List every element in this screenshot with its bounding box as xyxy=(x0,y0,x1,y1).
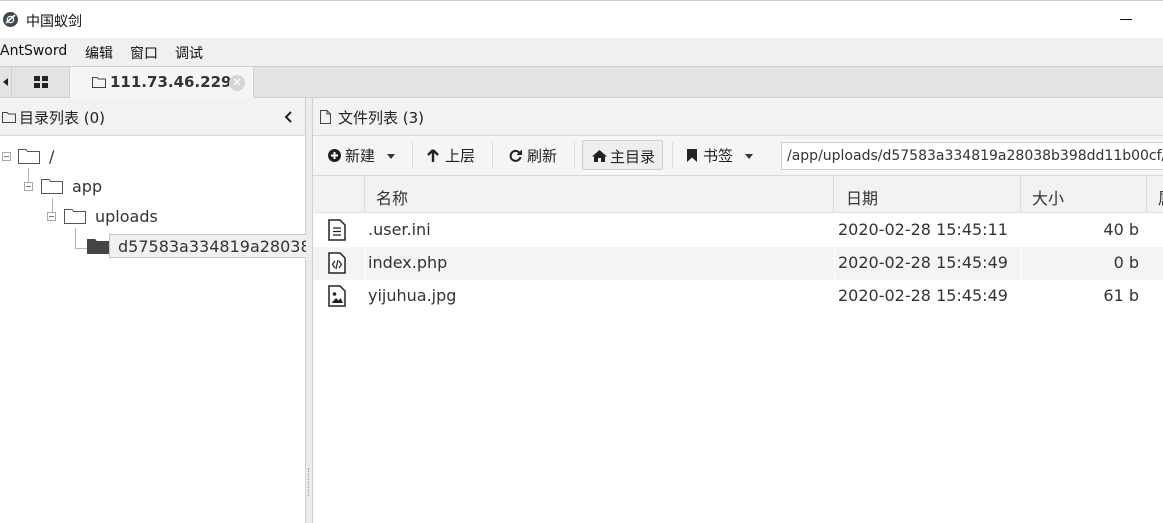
file-size: 61 b xyxy=(1103,286,1139,305)
file-date: 2020-02-28 15:45:49 xyxy=(838,253,1008,272)
table-row[interactable]: yijuhua.jpg 2020-02-28 15:45:49 61 b xyxy=(313,280,1163,313)
tree-node-label: uploads xyxy=(95,207,158,226)
antsword-logo-icon xyxy=(3,12,18,27)
panel-splitter[interactable] xyxy=(306,98,313,523)
splitter-grip[interactable] xyxy=(308,468,310,496)
grid-icon xyxy=(34,76,48,88)
column-label: 日期 xyxy=(846,189,879,208)
tab-home[interactable] xyxy=(12,67,70,98)
file-name: yijuhua.jpg xyxy=(368,286,457,305)
refresh-button[interactable]: 刷新 xyxy=(503,140,565,170)
folder-icon xyxy=(2,112,16,123)
parent-dir-label: 上层 xyxy=(445,147,476,165)
tab-bar: 111.73.46.229 ✕ xyxy=(0,66,1163,99)
minimize-button[interactable] xyxy=(1112,5,1142,33)
refresh-label: 刷新 xyxy=(527,147,558,165)
file-toolbar: 新建 上层 刷新 主目录 书签 /app/uploads/d57583a3348… xyxy=(313,136,1163,176)
column-header-name[interactable]: 名称 xyxy=(365,176,834,213)
arrow-up-icon xyxy=(427,149,439,162)
window-title: 中国蚁剑 xyxy=(26,14,82,30)
menu-debug[interactable]: 调试 xyxy=(175,43,203,63)
folder-icon xyxy=(92,77,106,88)
menu-window[interactable]: 窗口 xyxy=(130,43,158,63)
document-icon xyxy=(320,110,331,124)
folder-filled-icon xyxy=(87,239,109,254)
text-file-icon xyxy=(328,219,346,241)
table-row[interactable]: .user.ini 2020-02-28 15:45:11 40 b xyxy=(313,214,1163,247)
column-label: 名称 xyxy=(376,189,409,208)
file-name: index.php xyxy=(368,253,448,272)
title-bar: 中国蚁剑 xyxy=(0,0,1163,38)
column-separator xyxy=(365,247,366,280)
file-grid-header: 名称 日期 大小 属 xyxy=(313,176,1163,213)
column-header-attr[interactable]: 属 xyxy=(1147,176,1163,213)
menu-edit[interactable]: 编辑 xyxy=(85,43,113,63)
directory-panel-title: 目录列表 (0) xyxy=(19,109,106,127)
menu-bar: AntSword 编辑 窗口 调试 xyxy=(0,38,1163,66)
folder-icon xyxy=(18,149,40,164)
directory-panel: 目录列表 (0) / app uploads d57583a334819a280… xyxy=(0,98,306,523)
plus-circle-icon xyxy=(328,149,341,162)
file-panel-header: 文件列表 (3) xyxy=(313,98,1163,136)
code-file-icon xyxy=(328,252,346,274)
toolbar-separator xyxy=(412,142,413,168)
refresh-icon xyxy=(509,149,522,162)
parent-dir-button[interactable]: 上层 xyxy=(421,140,481,170)
tree-node-root[interactable]: / xyxy=(0,146,120,168)
tab-scroll-left-button[interactable] xyxy=(0,67,12,98)
tab-shell-session[interactable]: 111.73.46.229 ✕ xyxy=(70,67,254,99)
tree-node-label: d57583a334819a28038b398dd11b00cf xyxy=(118,237,306,256)
new-button-label: 新建 xyxy=(345,147,376,165)
home-icon xyxy=(592,150,607,162)
new-button[interactable]: 新建 xyxy=(323,140,401,170)
tree-node-label: / xyxy=(49,147,55,166)
column-label: 属 xyxy=(1158,185,1163,209)
image-file-icon xyxy=(328,285,346,307)
tree-collapse-toggle[interactable] xyxy=(24,182,33,191)
file-name: .user.ini xyxy=(368,220,431,239)
path-input[interactable] xyxy=(781,142,1163,170)
bookmark-icon xyxy=(687,149,697,162)
tree-node-selected[interactable]: d57583a334819a28038b398dd11b00cf xyxy=(109,234,306,258)
toolbar-separator xyxy=(672,142,673,168)
home-dir-button[interactable]: 主目录 xyxy=(582,140,663,170)
file-panel: 文件列表 (3) 新建 上层 刷新 主目录 书签 /app/uploads/d5… xyxy=(313,98,1163,523)
toolbar-separator xyxy=(492,142,493,168)
column-header-size[interactable]: 大小 xyxy=(1021,176,1147,213)
file-size: 0 b xyxy=(1113,253,1139,272)
folder-icon xyxy=(41,179,63,194)
table-row[interactable]: index.php 2020-02-28 15:45:49 0 b xyxy=(313,247,1163,280)
tab-label: 111.73.46.229 xyxy=(110,73,232,91)
tree-node-uploads[interactable]: uploads xyxy=(0,206,170,228)
toolbar-separator xyxy=(574,142,575,168)
file-date: 2020-02-28 15:45:49 xyxy=(838,286,1008,305)
tree-collapse-toggle[interactable] xyxy=(2,152,11,161)
file-date: 2020-02-28 15:45:11 xyxy=(838,220,1008,239)
column-label: 大小 xyxy=(1032,189,1065,208)
bookmark-label: 书签 xyxy=(703,147,734,165)
chevron-down-icon xyxy=(745,154,753,159)
column-separator xyxy=(834,247,835,280)
file-panel-title: 文件列表 (3) xyxy=(338,109,425,127)
folder-icon xyxy=(64,209,86,224)
tree-line xyxy=(75,228,76,248)
column-separator xyxy=(1021,247,1022,280)
tree-node-app[interactable]: app xyxy=(0,176,150,198)
column-header-icon[interactable] xyxy=(313,176,365,213)
home-dir-label: 主目录 xyxy=(610,148,656,166)
tree-line xyxy=(75,248,87,249)
menu-antsword[interactable]: AntSword xyxy=(0,43,67,59)
directory-panel-header: 目录列表 (0) xyxy=(0,98,305,136)
chevron-down-icon xyxy=(387,154,395,159)
tab-close-icon[interactable]: ✕ xyxy=(229,75,245,91)
tree-node-label: app xyxy=(72,177,103,196)
bookmark-button[interactable]: 书签 xyxy=(680,140,760,170)
tree-collapse-toggle[interactable] xyxy=(47,212,56,221)
column-header-date[interactable]: 日期 xyxy=(834,176,1021,213)
file-size: 40 b xyxy=(1103,220,1139,239)
collapse-chevron-icon[interactable] xyxy=(284,111,294,123)
